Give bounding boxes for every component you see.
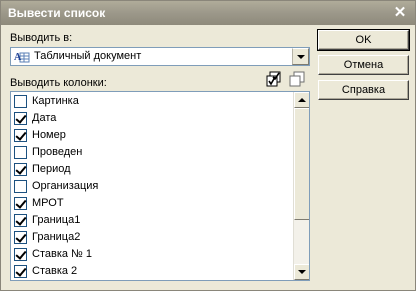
columns-rows: Картинка Дата Номер Проведен Период Организац…: [11, 92, 294, 279]
svg-text:A: A: [14, 52, 22, 63]
list-item[interactable]: Дата: [11, 109, 294, 126]
list-item-label: Ставка № 1: [32, 248, 93, 260]
list-item-label: Период: [32, 163, 71, 175]
list-item-label: Ставка 2: [32, 265, 78, 277]
checkbox[interactable]: [14, 231, 27, 244]
list-item[interactable]: МРОТ: [11, 194, 294, 211]
checkbox[interactable]: [14, 129, 27, 142]
list-item[interactable]: Организация: [11, 177, 294, 194]
list-item-label: Номер: [32, 129, 66, 141]
output-selected-value: Табличный документ: [34, 50, 142, 62]
dialog-window: Вывести список ✕ Выводить в: A Табличный…: [0, 0, 416, 291]
columns-list[interactable]: Картинка Дата Номер Проведен Период Организац…: [10, 91, 310, 281]
list-item[interactable]: Картинка: [11, 92, 294, 109]
list-item[interactable]: Ставка 2: [11, 262, 294, 279]
scroll-up-icon[interactable]: [294, 92, 309, 108]
ok-button[interactable]: OK: [317, 29, 410, 51]
output-combobox[interactable]: A Табличный документ: [10, 47, 310, 66]
list-item[interactable]: Номер: [11, 126, 294, 143]
list-item-label: МРОТ: [32, 197, 64, 209]
window-title: Вывести список: [8, 6, 106, 20]
checkbox[interactable]: [14, 214, 27, 227]
vertical-scrollbar[interactable]: [293, 92, 309, 280]
checkbox[interactable]: [14, 197, 27, 210]
chevron-down-icon[interactable]: [292, 48, 309, 65]
checkbox[interactable]: [14, 112, 27, 125]
list-item[interactable]: Граница2: [11, 228, 294, 245]
list-item-label: Организация: [32, 180, 99, 192]
list-item-label: Граница2: [32, 231, 81, 243]
cancel-button[interactable]: Отмена: [318, 55, 409, 75]
check-all-icon[interactable]: [266, 71, 282, 87]
checkbox[interactable]: [14, 163, 27, 176]
close-icon[interactable]: ✕: [391, 4, 409, 22]
columns-label: Выводить колонки:: [10, 77, 107, 89]
uncheck-all-icon[interactable]: [289, 71, 305, 87]
list-item-label: Проведен: [32, 146, 83, 158]
list-item-label: Дата: [32, 112, 57, 124]
checkbox[interactable]: [14, 146, 27, 159]
list-item[interactable]: Период: [11, 160, 294, 177]
list-item[interactable]: Ставка № 1: [11, 245, 294, 262]
scroll-thumb[interactable]: [294, 108, 309, 220]
scroll-down-icon[interactable]: [294, 264, 309, 280]
checkbox[interactable]: [14, 248, 27, 261]
checkbox[interactable]: [14, 95, 27, 108]
checkbox[interactable]: [14, 265, 27, 278]
spreadsheet-document-icon: A: [14, 52, 30, 63]
checkbox[interactable]: [14, 180, 27, 193]
help-button[interactable]: Справка: [318, 80, 409, 100]
output-label: Выводить в:: [10, 32, 73, 44]
title-bar[interactable]: Вывести список ✕: [1, 1, 415, 25]
list-item-label: Картинка: [32, 95, 79, 107]
list-item[interactable]: Граница1: [11, 211, 294, 228]
list-item[interactable]: Проведен: [11, 143, 294, 160]
list-item-label: Граница1: [32, 214, 81, 226]
